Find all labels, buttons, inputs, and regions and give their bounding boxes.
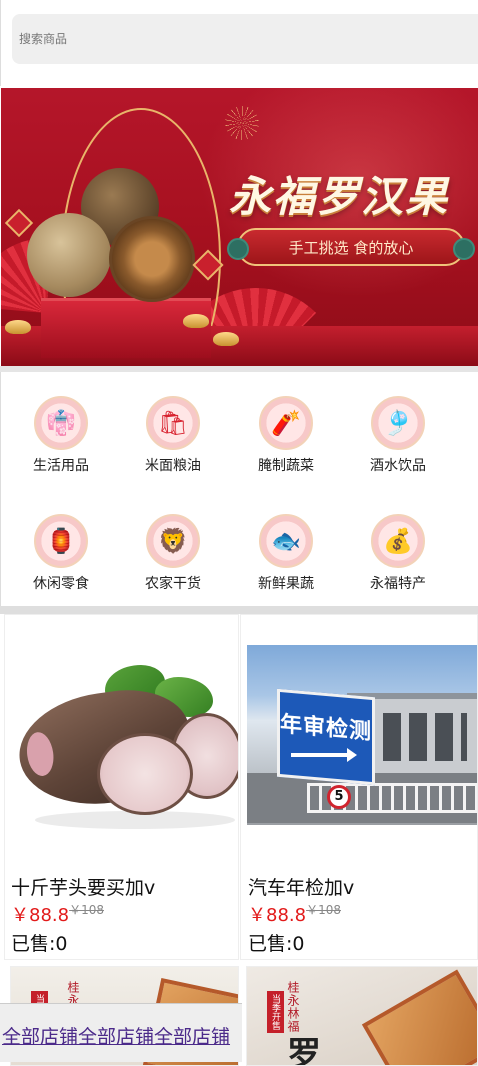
category-item-local-specialty[interactable]: 💰 永福特产 <box>342 514 454 593</box>
category-label: 休闲零食 <box>33 576 89 592</box>
category-grid: 👘 生活用品 🛍 米面粮油 🧨 腌制蔬菜 🎐 酒水饮品 🏮 休闲零食 🦁 农家干… <box>0 372 478 608</box>
gold-ingot-icon <box>5 320 31 334</box>
brand-vertical-text: 桂永林福 <box>286 981 300 1033</box>
lion-dance-icon: 🦁 <box>146 514 200 568</box>
category-label: 新鲜果蔬 <box>258 576 314 592</box>
gold-ingot-icon <box>183 314 209 328</box>
all-shops-bar: 全部店铺全部店铺全部店铺 <box>0 1003 242 1062</box>
product-price: ￥88.8 <box>248 905 307 926</box>
category-item-snacks[interactable]: 🏮 休闲零食 <box>5 514 117 593</box>
promo-banner[interactable]: 永福罗汉果 手工挑选 食的放心 <box>1 88 478 366</box>
category-label: 米面粮油 <box>145 458 201 474</box>
rice-bag-icon: 🛍 <box>146 396 200 450</box>
category-item-pickled-vegetables[interactable]: 🧨 腌制蔬菜 <box>230 396 342 475</box>
section-divider <box>0 606 478 614</box>
product-price-row: ￥88.8￥108 <box>11 901 104 927</box>
gold-ingot-icon <box>213 332 239 346</box>
koi-fish-icon: 🐟 <box>259 514 313 568</box>
season-tag: 当季开售 <box>267 991 284 1033</box>
category-label: 农家干货 <box>145 576 201 592</box>
product-image <box>5 615 238 855</box>
all-shops-link[interactable]: 全部店铺全部店铺全部店铺 <box>2 1022 230 1049</box>
monk-fruit-cut-image <box>109 216 195 302</box>
search-bar <box>0 0 478 86</box>
sign-text: 年审检测 <box>280 711 373 746</box>
banner-slogan-pill: 手工挑选 食的放心 <box>227 228 475 266</box>
clothing-icon: 👘 <box>34 396 88 450</box>
category-item-daily-goods[interactable]: 👘 生活用品 <box>5 396 117 475</box>
firecracker-icon: 🧨 <box>259 396 313 450</box>
product-name: 汽车年检加v <box>248 877 355 899</box>
category-label: 酒水饮品 <box>370 458 426 474</box>
product-image: 年审检测 5 <box>247 645 477 825</box>
product-name: 十斤芋头要买加v <box>11 877 156 899</box>
category-item-drinks[interactable]: 🎐 酒水饮品 <box>342 396 454 475</box>
chinese-knot-icon: 🎐 <box>371 396 425 450</box>
product-card[interactable]: 十斤芋头要买加v ￥88.8￥108 已售:0 <box>4 614 239 960</box>
lucky-bag-icon: 💰 <box>371 514 425 568</box>
speed-limit-sign: 5 <box>327 785 351 809</box>
product-original-price: ￥108 <box>69 903 104 917</box>
banner-slogan: 手工挑选 食的放心 <box>288 238 414 257</box>
category-label: 永福特产 <box>370 576 426 592</box>
monk-fruit-image <box>27 213 111 297</box>
product-price: ￥88.8 <box>11 905 70 926</box>
product-card[interactable]: 年审检测 5 汽车年检加v ￥88.8￥108 已售:0 <box>240 614 478 960</box>
search-input[interactable] <box>12 14 478 64</box>
brand-big-character: 罗 <box>287 1035 321 1066</box>
product-price-row: ￥88.8￥108 <box>248 901 341 927</box>
banner-title: 永福罗汉果 <box>229 172 450 221</box>
product-grid: 十斤芋头要买加v ￥88.8￥108 已售:0 年审检测 5 汽车年检加v ￥8… <box>0 614 478 1066</box>
category-label: 腌制蔬菜 <box>258 458 314 474</box>
red-envelope-icon <box>4 208 34 238</box>
category-label: 生活用品 <box>33 458 89 474</box>
inspection-sign: 年审检测 <box>277 688 375 786</box>
taro-slice-shape <box>97 733 193 815</box>
product-sold-count: 已售:0 <box>11 933 68 955</box>
arrow-right-icon <box>291 748 357 762</box>
category-item-fresh-produce[interactable]: 🐟 新鲜果蔬 <box>230 514 342 593</box>
app-root: 永福罗汉果 手工挑选 食的放心 👘 生活用品 🛍 米面粮油 🧨 腌制蔬菜 🎐 酒… <box>0 0 478 1066</box>
firework-icon <box>225 106 259 140</box>
category-item-dried-goods[interactable]: 🦁 农家干货 <box>117 514 229 593</box>
category-item-rice-oil[interactable]: 🛍 米面粮油 <box>117 396 229 475</box>
product-sold-count: 已售:0 <box>248 933 305 955</box>
display-stage <box>41 298 211 358</box>
product-card[interactable]: 当季开售 桂永林福 罗 <box>246 966 478 1066</box>
product-original-price: ￥108 <box>306 903 341 917</box>
lantern-icon: 🏮 <box>34 514 88 568</box>
gift-box-shape <box>361 969 477 1065</box>
